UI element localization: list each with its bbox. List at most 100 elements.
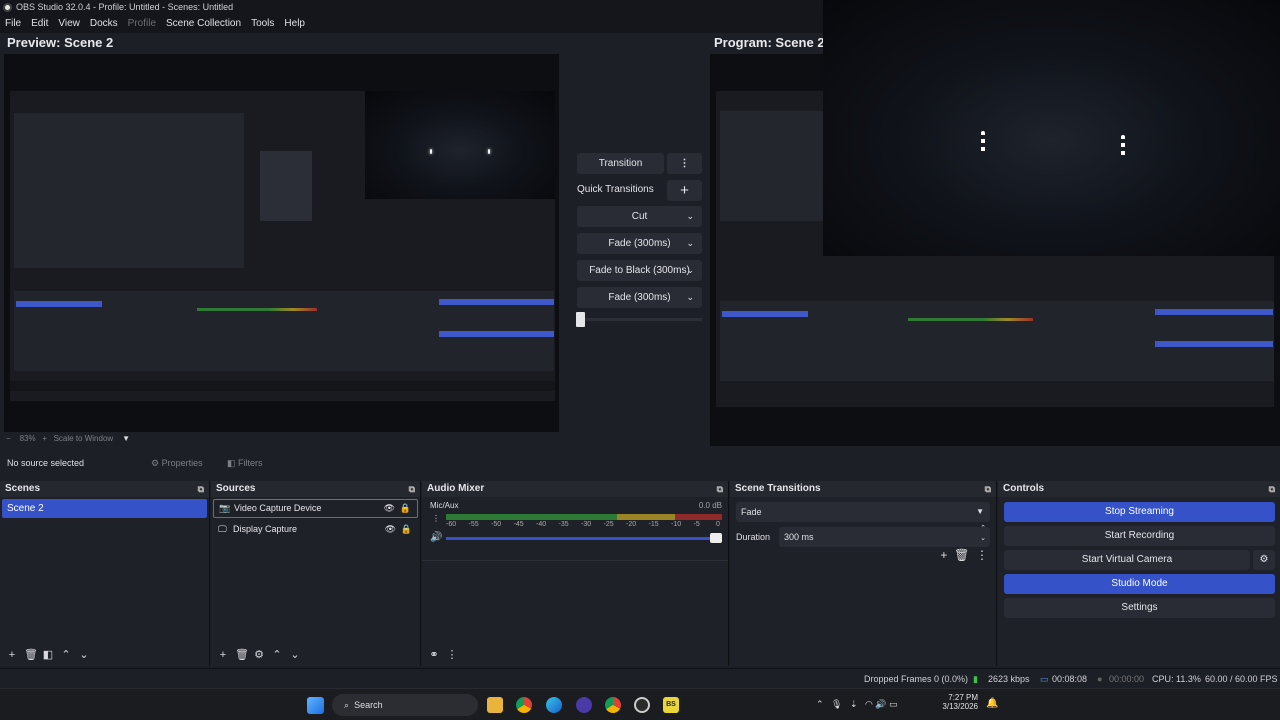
- sources-header: Sources ⧉: [211, 481, 420, 497]
- source-item-display-capture[interactable]: 🖵 Display Capture 👁 🔒: [213, 520, 418, 539]
- meter-tick-label: -20: [626, 521, 637, 528]
- gear-icon[interactable]: ⚙: [253, 644, 265, 666]
- tbar-slider[interactable]: [577, 318, 702, 321]
- quick-transition-cut[interactable]: Cut ⌄: [577, 206, 702, 227]
- webcam-overlay: [823, 0, 1280, 256]
- transition-button[interactable]: Transition: [577, 153, 664, 174]
- arrow-down-icon[interactable]: ⌄: [78, 644, 90, 666]
- quick-transition-fade-1[interactable]: Fade (300ms) ⌄: [577, 233, 702, 254]
- link-icon[interactable]: ⚭: [428, 644, 440, 666]
- edge-icon[interactable]: [546, 697, 562, 713]
- speaker-icon[interactable]: 🔊: [430, 532, 442, 543]
- file-explorer-icon[interactable]: [487, 697, 503, 713]
- virtual-camera-gear-icon[interactable]: ⚙: [1253, 550, 1275, 570]
- dropped-frames: Dropped Frames 0 (0.0%): [864, 674, 969, 684]
- duration-spinbox[interactable]: 300 ms ⌃ ⌄: [779, 525, 990, 547]
- clock[interactable]: 7:27 PM 3/13/2026: [942, 693, 978, 711]
- spin-arrows-icon: ⌃ ⌄: [980, 525, 986, 542]
- add-quick-transition-button[interactable]: +: [667, 180, 702, 201]
- transition-type-select[interactable]: Fade ▼: [736, 502, 990, 522]
- properties-button[interactable]: ⚙ Properties: [151, 458, 203, 469]
- mixer-header: Audio Mixer ⧉: [422, 481, 728, 497]
- kebab-menu-icon[interactable]: ⋮: [667, 153, 702, 174]
- menu-view[interactable]: View: [53, 15, 85, 33]
- scenes-toolbar: + 🗑 ◧ ⌃ ⌄: [0, 644, 209, 666]
- lock-icon[interactable]: 🔒: [401, 520, 412, 539]
- record-time: 00:00:00: [1109, 674, 1145, 684]
- sources-toolbar: + 🗑 ⚙ ⌃ ⌄: [211, 644, 420, 666]
- menu-tools[interactable]: Tools: [246, 15, 279, 33]
- kebab-menu-icon[interactable]: ⋮: [432, 514, 440, 523]
- dock-float-icon: ⧉: [408, 484, 415, 494]
- kebab-menu-icon[interactable]: ⋮: [446, 644, 458, 666]
- menu-file[interactable]: File: [0, 15, 26, 33]
- meter-tick-label: -40: [536, 521, 547, 528]
- tray-icons[interactable]: ⌃ 🎙 ⇣ ◠ 🔊 ▭: [816, 699, 898, 710]
- start-recording-button[interactable]: Start Recording: [1004, 526, 1275, 546]
- obs-taskbar-icon[interactable]: [634, 697, 650, 713]
- add-icon[interactable]: +: [217, 644, 229, 666]
- chrome-icon[interactable]: [516, 697, 532, 713]
- gear-icon: ⚙: [151, 458, 160, 468]
- scene-transitions-header: Scene Transitions ⧉: [730, 481, 996, 497]
- preview-canvas[interactable]: [4, 54, 559, 432]
- menu-edit[interactable]: Edit: [26, 15, 53, 33]
- meter-tick-label: -55: [468, 521, 479, 528]
- bs-app-icon[interactable]: BS: [663, 697, 679, 713]
- arrow-up-icon[interactable]: ⌃: [271, 644, 283, 666]
- notification-icon[interactable]: 🔔: [986, 698, 998, 709]
- chevron-down-icon: ⌄: [686, 238, 694, 248]
- zoom-out-button[interactable]: −: [6, 434, 11, 443]
- chrome-profile-icon[interactable]: [605, 697, 621, 713]
- channel-name: Mic/Aux: [430, 501, 459, 510]
- quick-transition-fade-black[interactable]: Fade to Black (300ms) ⌄: [577, 260, 702, 281]
- eye-icon[interactable]: 👁: [384, 500, 395, 517]
- status-bar: Dropped Frames 0 (0.0%) ▮ 2623 kbps ▭ 00…: [0, 668, 1280, 688]
- sources-panel: Sources ⧉ 📷 Video Capture Device 👁 🔒 🖵 Displ…: [211, 481, 421, 666]
- eye-icon[interactable]: 👁: [385, 520, 396, 539]
- arrow-down-icon[interactable]: ⌄: [289, 644, 301, 666]
- settings-button[interactable]: Settings: [1004, 598, 1275, 618]
- menu-docks[interactable]: Docks: [85, 15, 123, 33]
- lock-icon[interactable]: 🔒: [400, 500, 411, 517]
- quick-transition-fade-2[interactable]: Fade (300ms) ⌄: [577, 287, 702, 308]
- camera-icon: 📷: [219, 503, 231, 513]
- arrow-up-icon[interactable]: ⌃: [60, 644, 72, 666]
- source-item-video-capture[interactable]: 📷 Video Capture Device 👁 🔒: [213, 499, 418, 518]
- menu-profile[interactable]: Profile: [123, 15, 161, 33]
- stop-streaming-button[interactable]: Stop Streaming: [1004, 502, 1275, 522]
- trash-icon[interactable]: 🗑: [24, 644, 38, 666]
- trash-icon[interactable]: 🗑: [235, 644, 249, 666]
- add-icon[interactable]: +: [6, 644, 18, 666]
- meter-tick-label: -50: [491, 521, 502, 528]
- kebab-menu-icon[interactable]: ⋮: [976, 548, 988, 562]
- chevron-down-icon: ⌄: [686, 292, 694, 302]
- start-virtual-camera-button[interactable]: Start Virtual Camera: [1004, 550, 1250, 570]
- audio-mixer-panel: Audio Mixer ⧉ Mic/Aux 0.0 dB ⋮ -60 -55 -50-…: [422, 481, 729, 666]
- windows-start-icon[interactable]: [307, 697, 324, 714]
- zoom-in-button[interactable]: +: [42, 434, 47, 443]
- chevron-down-icon[interactable]: ▼: [122, 434, 130, 443]
- tbar-handle[interactable]: [576, 312, 585, 327]
- menu-help[interactable]: Help: [279, 15, 310, 33]
- add-icon[interactable]: +: [940, 548, 947, 562]
- filter-icon[interactable]: ◧: [42, 644, 54, 666]
- obs-logo-icon: [3, 3, 12, 12]
- taskbar-search[interactable]: ⌕ Search: [332, 694, 478, 716]
- search-icon: ⌕: [344, 700, 350, 710]
- trash-icon[interactable]: 🗑: [954, 548, 969, 562]
- scene-item[interactable]: Scene 2: [2, 499, 207, 518]
- scale-mode[interactable]: Scale to Window: [54, 434, 114, 443]
- menu-scene-collection[interactable]: Scene Collection: [161, 15, 246, 33]
- volume-handle[interactable]: [710, 533, 722, 543]
- studio-mode-button[interactable]: Studio Mode: [1004, 574, 1275, 594]
- window-title: OBS Studio 32.0.4 - Profile: Untitled - …: [16, 2, 234, 12]
- volume-slider[interactable]: [446, 537, 722, 540]
- meter-tick-label: -35: [558, 521, 569, 528]
- app-icon[interactable]: [576, 697, 592, 713]
- meter-tick-label: -45: [513, 521, 524, 528]
- bitrate: 2623 kbps: [988, 674, 1030, 684]
- filters-button[interactable]: ◧ Filters: [227, 458, 263, 469]
- meter-tick-label: -10: [671, 521, 682, 528]
- scenes-header: Scenes ⧉: [0, 481, 209, 497]
